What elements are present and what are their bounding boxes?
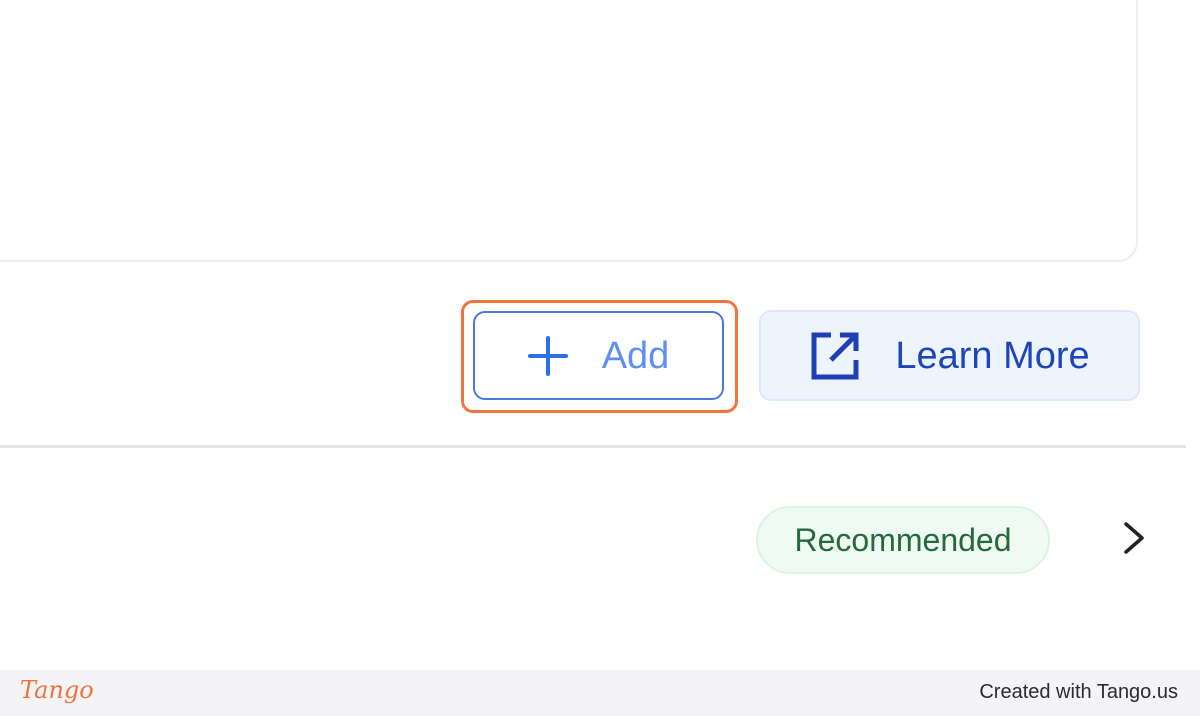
learn-more-label: Learn More bbox=[895, 334, 1090, 377]
footer-credit: Created with Tango.us bbox=[979, 681, 1178, 703]
add-button[interactable]: Add bbox=[473, 311, 724, 400]
section-divider bbox=[0, 445, 1186, 448]
add-button-label: Add bbox=[601, 334, 670, 377]
learn-more-button[interactable]: Learn More bbox=[759, 310, 1140, 401]
screenshot-frame: Add Learn More Recommended bbox=[0, 0, 1200, 670]
tango-logo: Tango bbox=[20, 676, 94, 704]
external-link-icon bbox=[811, 332, 859, 379]
plus-icon bbox=[527, 335, 568, 376]
status-badge: Recommended bbox=[756, 506, 1050, 574]
chevron-right-icon[interactable] bbox=[1118, 518, 1152, 558]
content-card bbox=[0, 0, 1138, 262]
